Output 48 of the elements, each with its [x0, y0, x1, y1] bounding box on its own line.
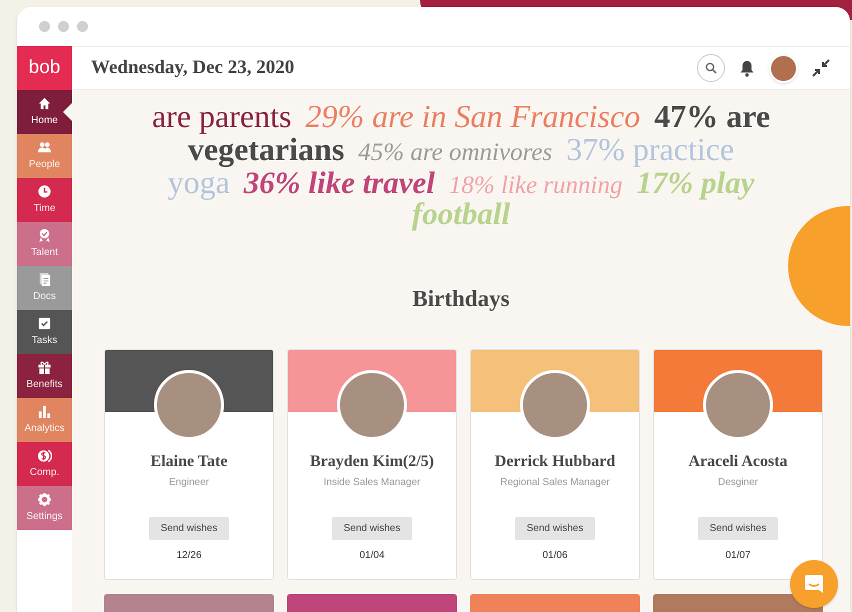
- sidebar-item[interactable]: Home: [17, 90, 72, 134]
- sidebar-item[interactable]: Comp.: [17, 442, 72, 486]
- sidebar-item[interactable]: Docs: [17, 266, 72, 310]
- search-button[interactable]: [697, 54, 725, 82]
- checkbox-icon: [37, 316, 52, 331]
- sidebar-item[interactable]: Analytics: [17, 398, 72, 442]
- birthday-date: 01/07: [725, 548, 751, 562]
- send-wishes-button[interactable]: Send wishes: [698, 516, 778, 540]
- section-title: Birthdays: [411, 285, 511, 313]
- job-title: Desginer: [718, 476, 758, 490]
- statistic-phrase: are parents: [152, 97, 292, 136]
- sidebar-item[interactable]: Settings: [17, 486, 72, 530]
- job-title: Regional Sales Manager: [500, 476, 610, 490]
- award-icon: [37, 228, 52, 243]
- documents-icon: [37, 272, 52, 287]
- sidebar-item[interactable]: Talent: [17, 222, 72, 266]
- job-title: Engineer: [168, 476, 210, 490]
- person-name: Brayden Kim(2/5): [309, 452, 435, 472]
- search-icon: [705, 62, 717, 74]
- user-avatar[interactable]: [769, 54, 798, 82]
- collapse-icon[interactable]: [812, 59, 830, 77]
- coin-icon: [37, 448, 52, 463]
- sidebar-item[interactable]: Tasks: [17, 310, 72, 354]
- birthday-date: 01/04: [359, 548, 385, 562]
- sidebar-item[interactable]: Benefits: [17, 354, 72, 398]
- house-icon: [37, 96, 52, 111]
- settings-icon: [37, 492, 52, 507]
- sidebar-item[interactable]: People: [17, 134, 72, 178]
- person-name: Araceli Acosta: [687, 452, 789, 472]
- clock-icon: [37, 184, 52, 199]
- app-logo[interactable]: bob: [17, 46, 72, 90]
- bar-chart-icon: [37, 404, 52, 419]
- person-name: Elaine Tate: [150, 452, 228, 472]
- chat-button[interactable]: [790, 560, 838, 608]
- send-wishes-button[interactable]: Send wishes: [332, 516, 412, 540]
- sidebar-item[interactable]: Time: [17, 178, 72, 222]
- send-wishes-button[interactable]: Send wishes: [514, 516, 596, 540]
- date-heading: Wednesday, Dec 23, 2020: [91, 56, 294, 80]
- send-wishes-button[interactable]: Send wishes: [148, 516, 230, 540]
- birthday-date: 01/06: [542, 548, 568, 562]
- birthday-date: 12/26: [176, 548, 202, 562]
- person-name: Derrick Hubbard: [494, 452, 616, 472]
- gift-icon: [37, 360, 52, 375]
- job-title: Inside Sales Manager: [324, 476, 420, 490]
- chat-icon: [803, 573, 825, 595]
- statistic-phrase: 45% are omnivores: [358, 138, 552, 168]
- bell-icon[interactable]: [739, 60, 755, 76]
- people-icon: [37, 140, 52, 155]
